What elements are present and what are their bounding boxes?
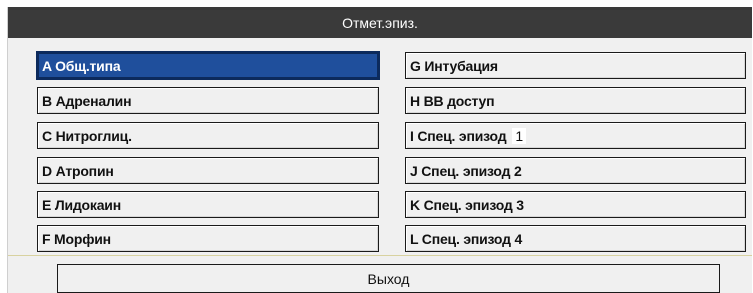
episode-button-f[interactable]: F Морфин [37, 225, 379, 252]
episode-button-i[interactable]: I Спец. эпизод 1 [405, 122, 746, 149]
episode-button-g[interactable]: G Интубация [405, 52, 746, 79]
episode-button-l[interactable]: L Спец. эпизод 4 [405, 225, 746, 252]
episode-button-c[interactable]: C Нитроглиц. [37, 122, 379, 149]
episode-button-i-label: I Спец. эпизод [410, 127, 507, 144]
mark-episode-dialog: Отмет.эпиз. A Общ.типа B Адреналин C Нит… [7, 7, 752, 293]
episode-button-a[interactable]: A Общ.типа [37, 52, 379, 79]
episode-button-h[interactable]: H ВВ доступ [405, 87, 746, 114]
episode-button-e[interactable]: E Лидокаин [37, 191, 379, 218]
episode-button-b[interactable]: B Адреналин [37, 87, 379, 114]
dialog-title: Отмет.эпиз. [8, 7, 752, 38]
divider [8, 255, 752, 256]
episode-number-badge: 1 [512, 127, 526, 144]
exit-button[interactable]: Выход [57, 264, 720, 293]
episode-button-k[interactable]: K Спец. эпизод 3 [405, 191, 746, 218]
episode-button-d[interactable]: D Атропин [37, 157, 379, 184]
episode-button-j[interactable]: J Спец. эпизод 2 [405, 157, 746, 184]
